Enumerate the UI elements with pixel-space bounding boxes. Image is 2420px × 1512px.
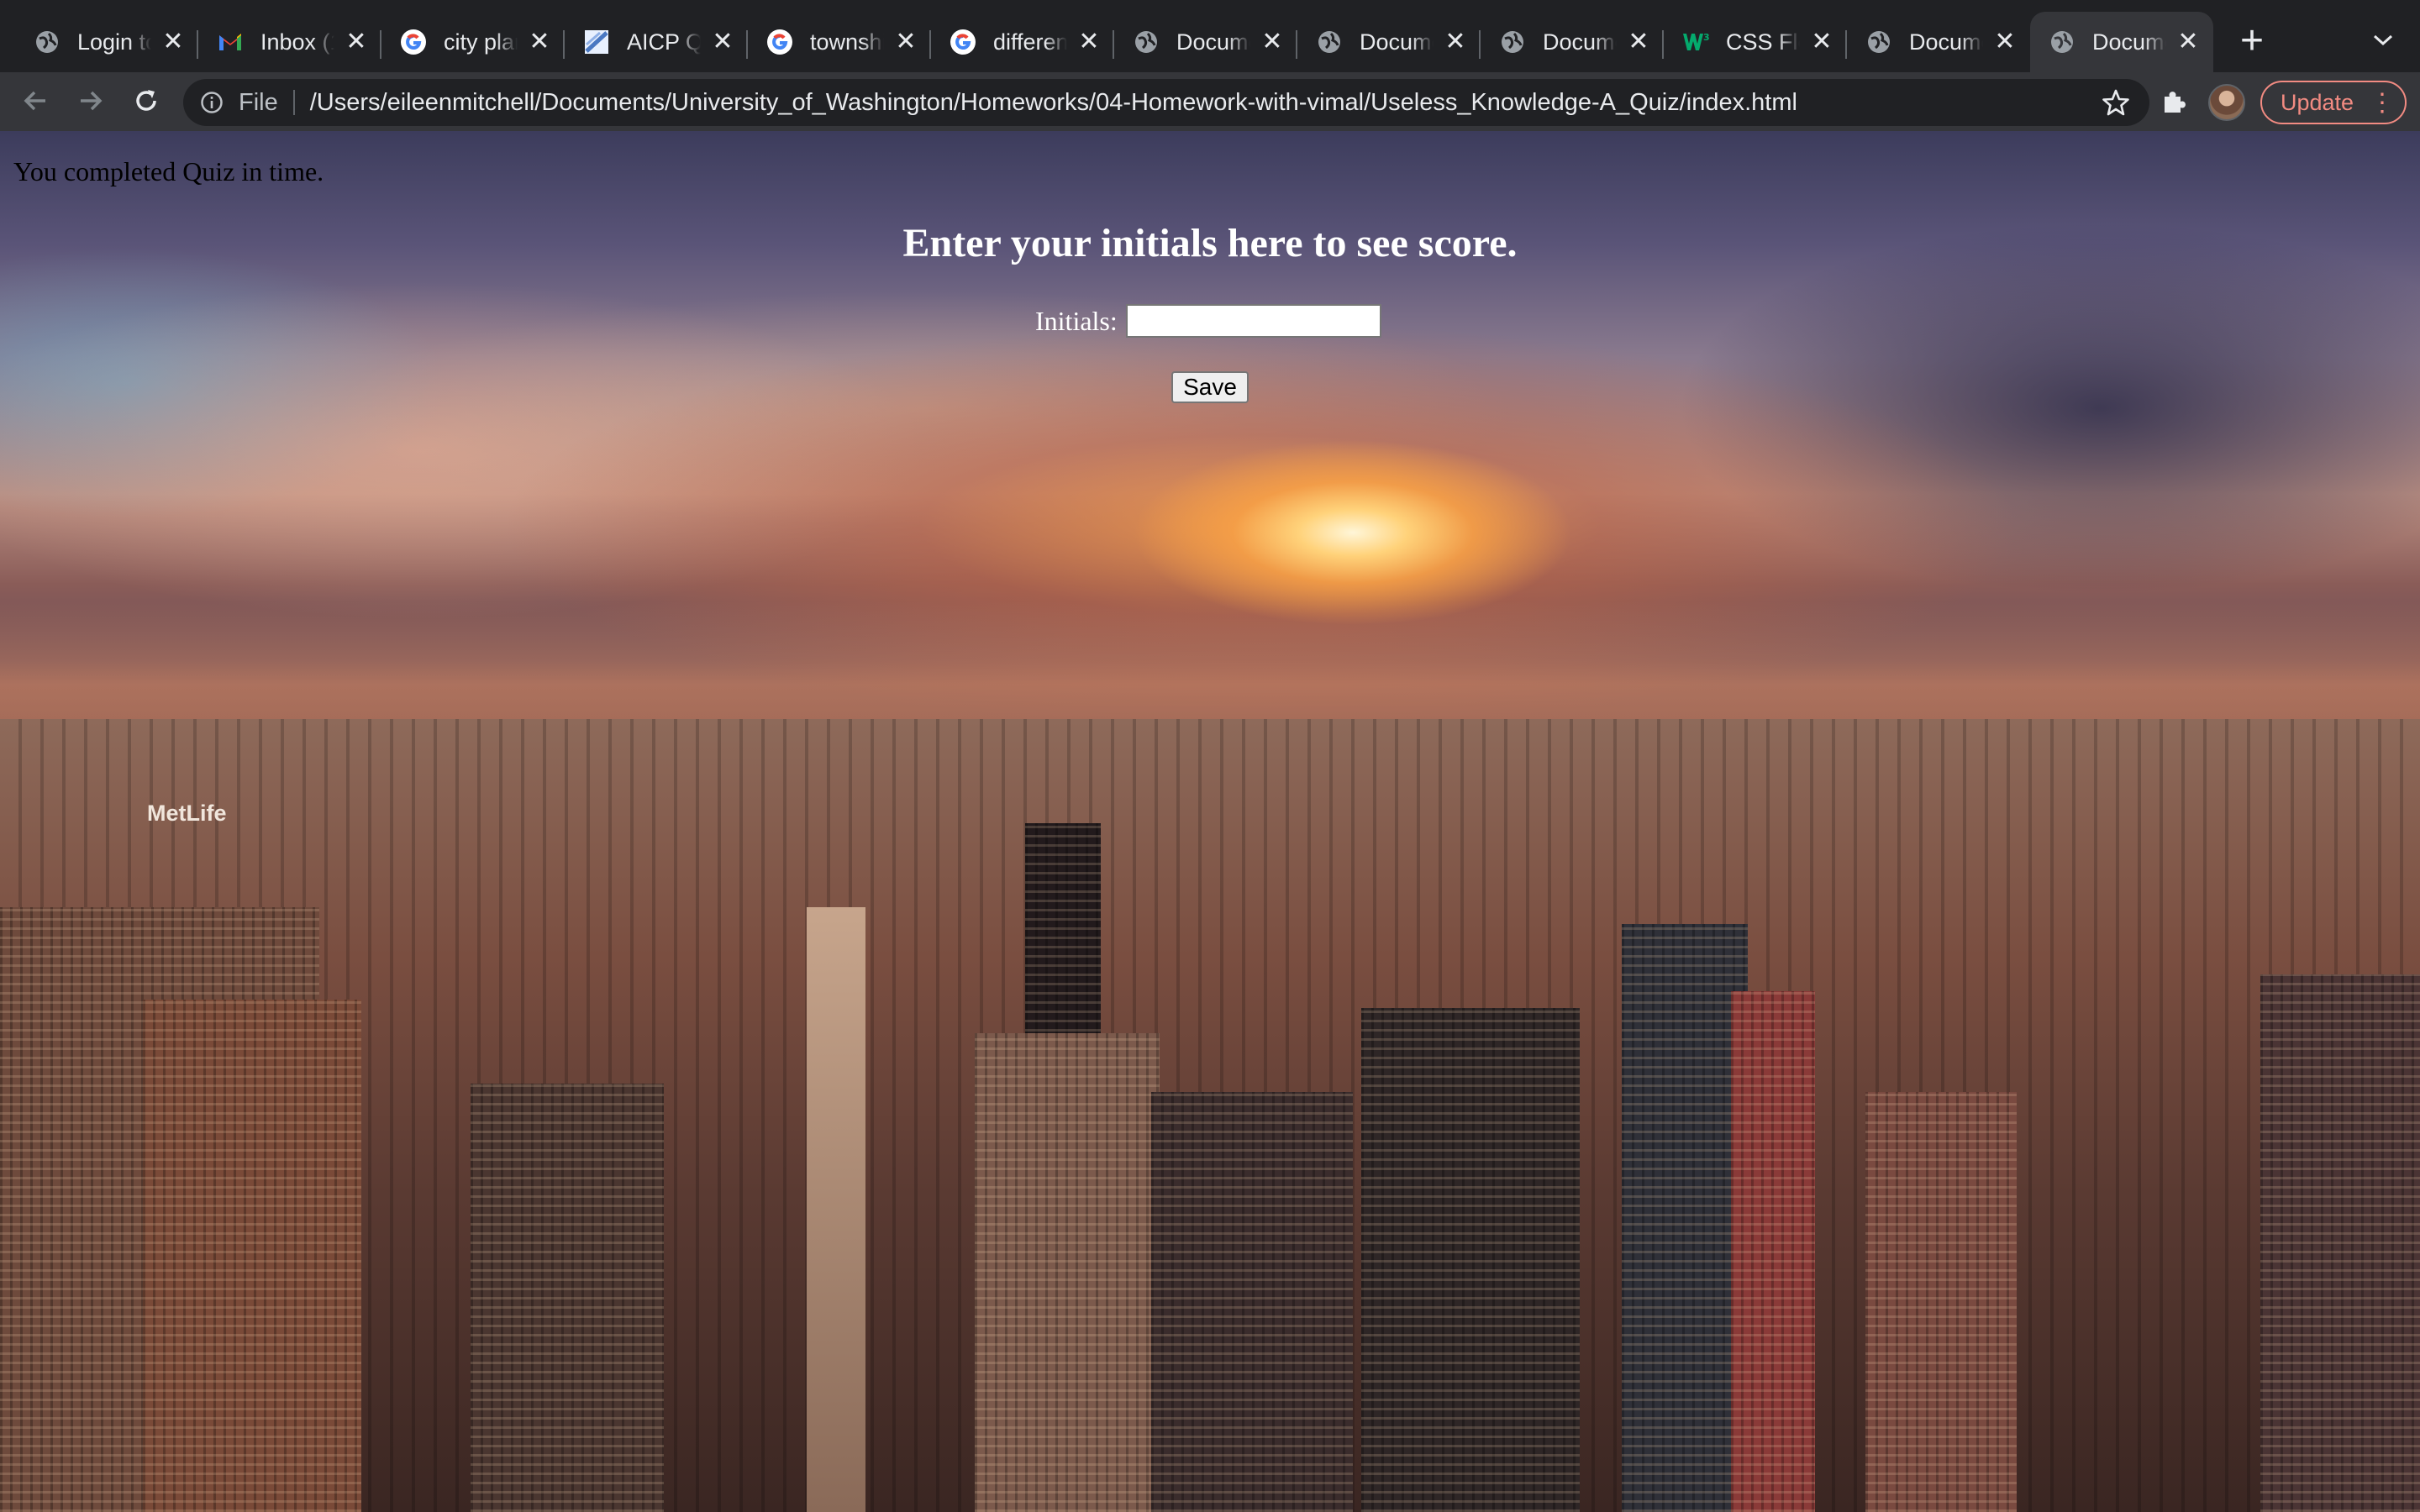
tab-1[interactable]: Inbox (1 ✕ xyxy=(198,12,381,72)
profile-avatar[interactable] xyxy=(2208,84,2245,121)
site-icon xyxy=(583,29,610,55)
tab-6[interactable]: Docume ✕ xyxy=(1114,12,1297,72)
close-icon[interactable]: ✕ xyxy=(341,27,371,57)
google-icon xyxy=(950,29,976,55)
tab-title: Docume xyxy=(1360,29,1434,55)
bookmark-star-icon[interactable] xyxy=(2101,87,2131,118)
background-building xyxy=(2260,974,2420,1512)
background-building xyxy=(1865,1092,2017,1512)
forward-button[interactable] xyxy=(67,79,114,126)
tab-8[interactable]: Docume ✕ xyxy=(1481,12,1664,72)
close-icon[interactable]: ✕ xyxy=(2173,27,2203,57)
tab-search-button[interactable] xyxy=(2360,20,2407,64)
tab-3[interactable]: AICP Qu ✕ xyxy=(565,12,748,72)
tab-title: Login to xyxy=(77,29,151,55)
back-button[interactable] xyxy=(12,79,59,126)
tab-title: townshi xyxy=(810,29,884,55)
close-icon[interactable]: ✕ xyxy=(158,27,188,57)
tab-11-active[interactable]: Docume ✕ xyxy=(2030,12,2213,72)
globe-icon xyxy=(2049,29,2075,55)
forward-arrow-icon xyxy=(77,87,104,118)
background-building xyxy=(1622,924,1748,1512)
address-bar[interactable]: File /Users/eileenmitchell/Documents/Uni… xyxy=(183,79,2149,126)
chevron-down-icon xyxy=(2372,34,2394,51)
background-building xyxy=(1361,1008,1580,1512)
tab-title: AICP Qu xyxy=(627,29,701,55)
google-icon xyxy=(766,29,793,55)
globe-icon xyxy=(1865,29,1892,55)
tab-0[interactable]: Login to ✕ xyxy=(15,12,198,72)
back-arrow-icon xyxy=(22,87,49,118)
close-icon[interactable]: ✕ xyxy=(1257,27,1287,57)
tab-10[interactable]: Docume ✕ xyxy=(1847,12,2030,72)
background-building xyxy=(471,1084,664,1512)
tab-strip: Login to ✕ Inbox (1 ✕ city plar ✕ AICP Q… xyxy=(0,0,2420,72)
background-building xyxy=(143,1000,361,1512)
reload-button[interactable] xyxy=(123,79,170,126)
metlife-sign: MetLife xyxy=(147,801,227,826)
browser-toolbar: File /Users/eileenmitchell/Documents/Uni… xyxy=(0,72,2420,131)
tab-title: Docume xyxy=(2092,29,2166,55)
tab-title: Docume xyxy=(1909,29,1983,55)
tab-title: Inbox (1 xyxy=(260,29,334,55)
background-building xyxy=(1731,991,1815,1512)
tab-title: Docume xyxy=(1543,29,1617,55)
globe-icon xyxy=(34,29,60,55)
close-icon[interactable]: ✕ xyxy=(524,27,555,57)
save-button[interactable]: Save xyxy=(1171,371,1249,403)
close-icon[interactable]: ✕ xyxy=(1623,27,1654,57)
background-spire xyxy=(807,907,865,1512)
tab-title: CSS Fle xyxy=(1726,29,1800,55)
background-building xyxy=(1151,1092,1353,1512)
globe-icon xyxy=(1316,29,1343,55)
gmail-icon xyxy=(217,29,244,55)
reload-icon xyxy=(132,87,160,119)
menu-kebab-icon: ⋮ xyxy=(2370,89,2395,117)
svg-text:3: 3 xyxy=(1703,32,1709,43)
close-icon[interactable]: ✕ xyxy=(1807,27,1837,57)
tab-2[interactable]: city plar ✕ xyxy=(381,12,565,72)
update-button[interactable]: Update ⋮ xyxy=(2260,81,2407,124)
close-icon[interactable]: ✕ xyxy=(1990,27,2020,57)
close-icon[interactable]: ✕ xyxy=(891,27,921,57)
background-building xyxy=(975,1033,1160,1512)
google-icon xyxy=(400,29,427,55)
close-icon[interactable]: ✕ xyxy=(708,27,738,57)
status-message: You completed Quiz in time. xyxy=(13,156,324,186)
tab-7[interactable]: Docume ✕ xyxy=(1297,12,1481,72)
initials-form-row: Initials: xyxy=(1035,304,1381,338)
new-tab-button[interactable]: + xyxy=(2228,17,2275,64)
globe-icon xyxy=(1499,29,1526,55)
tab-9[interactable]: 3 CSS Fle ✕ xyxy=(1664,12,1847,72)
tab-5[interactable]: differen ✕ xyxy=(931,12,1114,72)
tab-4[interactable]: townshi ✕ xyxy=(748,12,931,72)
url-scheme-label: File xyxy=(239,88,278,116)
initials-input[interactable] xyxy=(1125,304,1381,338)
tab-title: city plar xyxy=(444,29,518,55)
close-icon[interactable]: ✕ xyxy=(1074,27,1104,57)
page-title: Enter your initials here to see score. xyxy=(902,221,1518,265)
close-icon[interactable]: ✕ xyxy=(1440,27,1470,57)
w3schools-icon: 3 xyxy=(1682,29,1709,55)
page-viewport: MetLife You completed Quiz in time. Ente… xyxy=(0,131,2420,1512)
url-text[interactable]: /Users/eileenmitchell/Documents/Universi… xyxy=(310,89,1797,117)
update-label: Update xyxy=(2281,89,2354,115)
initials-label: Initials: xyxy=(1035,305,1118,336)
info-icon[interactable] xyxy=(198,89,225,116)
tab-title: differen xyxy=(993,29,1067,55)
extensions-button[interactable] xyxy=(2156,84,2193,121)
puzzle-piece-icon xyxy=(2160,87,2189,119)
address-divider xyxy=(292,90,295,115)
globe-icon xyxy=(1133,29,1160,55)
tab-title: Docume xyxy=(1176,29,1250,55)
